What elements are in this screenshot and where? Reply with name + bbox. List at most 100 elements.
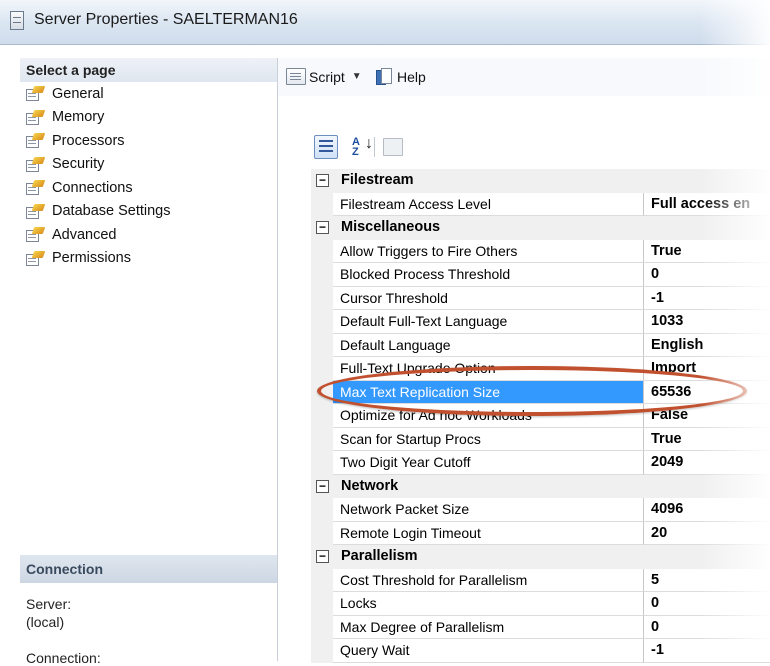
page-item-label: Processors	[52, 132, 125, 149]
collapse-toggle-icon[interactable]: −	[316, 550, 329, 563]
page-item-database-settings[interactable]: Database Settings	[26, 200, 277, 224]
server-value: (local)	[26, 614, 65, 630]
page-item-permissions[interactable]: Permissions	[26, 247, 277, 271]
server-label: Server:	[26, 596, 72, 612]
category-network[interactable]: − Network	[311, 474, 770, 498]
property-name: Scan for Startup Procs	[333, 427, 644, 451]
script-button[interactable]: Script ▼	[286, 68, 372, 85]
page-icon	[26, 133, 46, 149]
collapse-toggle-icon[interactable]: −	[316, 174, 329, 187]
sort-az-icon: A Z ↓	[352, 135, 374, 158]
page-item-label: Advanced	[52, 226, 117, 243]
property-name: Filestream Access Level	[333, 192, 644, 216]
select-page-panel: Select a page General Memory Processors Sec…	[20, 58, 278, 666]
collapse-toggle-icon[interactable]: −	[316, 221, 329, 234]
property-row[interactable]: Two Digit Year Cutoff 2049	[311, 451, 770, 475]
toolbar-divider	[374, 137, 375, 157]
property-value[interactable]: 0	[644, 263, 770, 287]
property-name: Cursor Threshold	[333, 286, 644, 310]
property-value[interactable]: -1	[644, 639, 770, 663]
property-row[interactable]: Allow Triggers to Fire Others True	[311, 239, 770, 263]
property-grid: − Filestream Filestream Access Level Full a…	[311, 169, 770, 663]
category-name: Network	[341, 477, 399, 494]
page-item-label: Security	[52, 156, 105, 173]
properties-panel: Script ▼ Help A Z ↓ − Filestream Filestream …	[278, 58, 770, 663]
property-value[interactable]: Full access en	[644, 193, 770, 216]
property-row[interactable]: Max Text Replication Size 65536	[311, 380, 770, 404]
property-row[interactable]: Query Wait -1	[311, 639, 770, 663]
category-parallelism[interactable]: − Parallelism	[311, 545, 770, 569]
chevron-down-icon[interactable]: ▼	[352, 71, 362, 82]
page-item-general[interactable]: General	[26, 82, 277, 106]
page-item-security[interactable]: Security	[26, 153, 277, 177]
help-icon	[376, 68, 392, 86]
page-item-connections[interactable]: Connections	[26, 176, 277, 200]
collapse-toggle-icon[interactable]: −	[316, 479, 329, 493]
property-value[interactable]: 5	[644, 569, 770, 592]
page-icon	[26, 86, 46, 102]
property-name: Query Wait	[333, 639, 644, 663]
page-icon	[26, 227, 46, 243]
page-list: General Memory Processors Security Connectio…	[20, 82, 277, 270]
property-value[interactable]: 2049	[644, 451, 770, 475]
property-name: Remote Login Timeout	[333, 521, 644, 545]
property-row[interactable]: Network Packet Size 4096	[311, 498, 770, 522]
category-filestream[interactable]: − Filestream	[311, 169, 770, 193]
page-item-label: Permissions	[52, 250, 131, 267]
server-properties-icon	[10, 11, 24, 30]
categorized-button[interactable]	[314, 135, 338, 159]
property-value[interactable]: False	[644, 404, 770, 428]
page-item-label: Connections	[52, 179, 133, 196]
page-item-processors[interactable]: Processors	[26, 129, 277, 153]
property-value[interactable]: True	[644, 240, 770, 263]
window-title: Server Properties - SAELTERMAN16	[34, 11, 298, 28]
category-miscellaneous[interactable]: − Miscellaneous	[311, 216, 770, 240]
page-icon	[26, 109, 46, 125]
help-button[interactable]: Help	[376, 68, 426, 86]
property-row[interactable]: Filestream Access Level Full access en	[311, 192, 770, 216]
property-pages-button[interactable]	[381, 135, 405, 159]
property-name: Default Language	[333, 333, 644, 357]
property-value[interactable]: Import	[644, 357, 770, 381]
property-row[interactable]: Cost Threshold for Parallelism 5	[311, 568, 770, 592]
property-value[interactable]: 1033	[644, 310, 770, 334]
page-icon	[26, 156, 46, 172]
property-row[interactable]: Optimize for Ad hoc Workloads False	[311, 404, 770, 428]
property-row[interactable]: Default Language English	[311, 333, 770, 357]
page-item-label: Memory	[52, 109, 105, 126]
property-name: Max Degree of Parallelism	[333, 615, 644, 639]
property-value[interactable]: -1	[644, 287, 770, 310]
property-name: Two Digit Year Cutoff	[333, 451, 644, 475]
script-label: Script	[309, 68, 345, 85]
property-value[interactable]: True	[644, 428, 770, 451]
connection-header: Connection	[20, 555, 277, 583]
property-row[interactable]: Cursor Threshold -1	[311, 286, 770, 310]
property-name: Network Packet Size	[333, 498, 644, 522]
property-value[interactable]: 4096	[644, 498, 770, 522]
property-row[interactable]: Remote Login Timeout 20	[311, 521, 770, 545]
category-name: Parallelism	[341, 548, 418, 564]
property-row[interactable]: Default Full-Text Language 1033	[311, 310, 770, 334]
connection-label: Connection:	[26, 650, 101, 666]
property-name: Blocked Process Threshold	[333, 263, 644, 287]
property-row[interactable]: Locks 0	[311, 592, 770, 616]
page-item-label: General	[52, 85, 104, 102]
property-value[interactable]: 65536	[644, 380, 770, 404]
page-item-memory[interactable]: Memory	[26, 106, 277, 130]
property-value[interactable]: 0	[644, 616, 770, 639]
page-icon	[26, 180, 46, 196]
property-row[interactable]: Scan for Startup Procs True	[311, 427, 770, 451]
property-row[interactable]: Max Degree of Parallelism 0	[311, 615, 770, 639]
property-name: Full-Text Upgrade Option	[333, 357, 644, 381]
property-name: Optimize for Ad hoc Workloads	[333, 404, 644, 428]
property-row[interactable]: Full-Text Upgrade Option Import	[311, 357, 770, 381]
page-item-advanced[interactable]: Advanced	[26, 223, 277, 247]
property-row[interactable]: Blocked Process Threshold 0	[311, 263, 770, 287]
script-icon	[286, 68, 306, 85]
property-value[interactable]: 0	[644, 592, 770, 616]
page-item-label: Database Settings	[52, 203, 171, 220]
alphabetical-button[interactable]: A Z ↓	[344, 135, 374, 159]
property-value[interactable]: English	[644, 334, 770, 357]
help-label: Help	[397, 69, 426, 85]
property-value[interactable]: 20	[644, 522, 770, 545]
